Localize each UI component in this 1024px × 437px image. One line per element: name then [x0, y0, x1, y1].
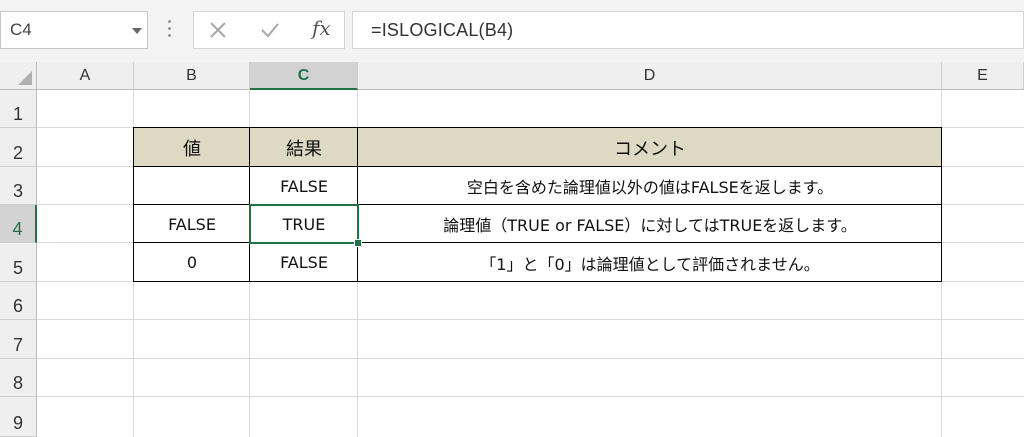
- name-box-value[interactable]: C4: [10, 20, 32, 40]
- column-header-d[interactable]: D: [358, 62, 942, 90]
- enter-button[interactable]: [258, 18, 284, 42]
- row-header-4[interactable]: 4: [0, 205, 37, 243]
- formula-buttons: fx: [193, 11, 345, 49]
- select-all-icon: [18, 71, 32, 85]
- table-border: [133, 281, 942, 282]
- table-border: [133, 242, 942, 243]
- formula-text[interactable]: =ISLOGICAL(B4): [371, 20, 513, 41]
- row-header-1[interactable]: 1: [0, 90, 37, 128]
- formula-input[interactable]: =ISLOGICAL(B4): [352, 11, 1024, 49]
- cell-d4[interactable]: 論理値（TRUE or FALSE）に対してはTRUEを返します。: [358, 205, 942, 243]
- chevron-down-icon[interactable]: [132, 28, 142, 34]
- row-header-5[interactable]: 5: [0, 243, 37, 282]
- row-header-8[interactable]: 8: [0, 359, 37, 397]
- gridline: [37, 396, 1024, 397]
- table-border: [133, 127, 942, 128]
- table-border: [133, 166, 942, 167]
- drag-handle-icon[interactable]: [168, 20, 171, 40]
- cell-c3[interactable]: FALSE: [250, 167, 358, 205]
- table-border: [133, 127, 134, 282]
- row-header-7[interactable]: 7: [0, 320, 37, 359]
- column-header-e[interactable]: E: [942, 62, 1024, 90]
- row-header-9[interactable]: 9: [0, 397, 37, 437]
- gridline: [37, 319, 1024, 320]
- name-box[interactable]: C4: [0, 11, 148, 49]
- cell-c4[interactable]: TRUE: [250, 205, 358, 243]
- cell-d3[interactable]: 空白を含めた論理値以外の値はFALSEを返します。: [358, 167, 942, 205]
- fill-handle[interactable]: [354, 239, 362, 247]
- cell-c5[interactable]: FALSE: [250, 243, 358, 282]
- cell-b4[interactable]: FALSE: [134, 205, 250, 243]
- row-header-3[interactable]: 3: [0, 167, 37, 205]
- column-header-a[interactable]: A: [37, 62, 134, 90]
- table-border: [133, 204, 942, 205]
- formula-bar: C4 fx =ISLOGICAL(B4): [0, 0, 1024, 62]
- cell-b5[interactable]: 0: [134, 243, 250, 282]
- cell-b2[interactable]: 値: [134, 128, 250, 167]
- cell-d2[interactable]: コメント: [358, 128, 942, 167]
- gridline: [37, 358, 1024, 359]
- cell-d5[interactable]: 「1」と「0」は論理値として評価されません。: [358, 243, 942, 282]
- cell-c2[interactable]: 結果: [250, 128, 358, 167]
- column-header-c[interactable]: C: [250, 62, 358, 90]
- table-border: [941, 127, 942, 282]
- insert-function-button[interactable]: fx: [312, 16, 331, 40]
- column-header-b[interactable]: B: [134, 62, 250, 90]
- cancel-button[interactable]: [206, 18, 232, 42]
- cell-b3[interactable]: [134, 167, 250, 205]
- x-icon: [210, 22, 226, 38]
- select-all-button[interactable]: [0, 62, 37, 90]
- row-header-6[interactable]: 6: [0, 282, 37, 320]
- check-icon: [261, 23, 279, 38]
- table-border: [249, 127, 250, 282]
- table-border: [357, 127, 358, 282]
- row-header-2[interactable]: 2: [0, 128, 37, 167]
